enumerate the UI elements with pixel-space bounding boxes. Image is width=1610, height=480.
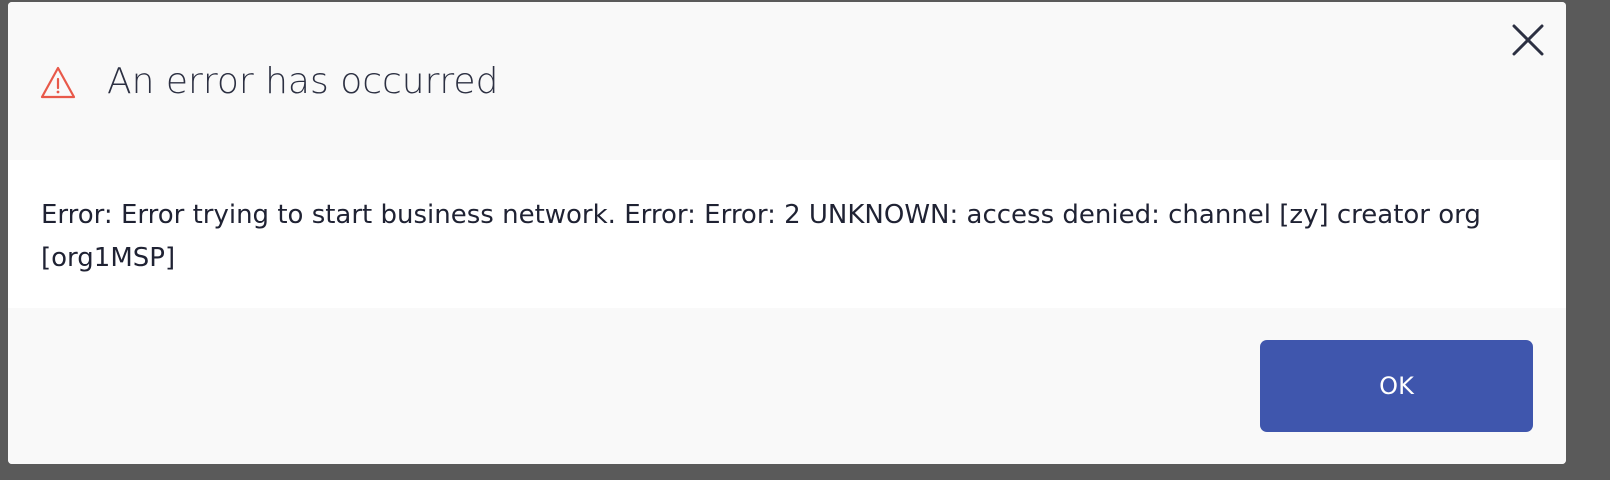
close-button[interactable] (1508, 20, 1548, 60)
error-message: Error: Error trying to start business ne… (41, 200, 1481, 273)
dialog-title: An error has occurred (107, 61, 499, 102)
error-dialog: An error has occurred Error: Error tryin… (8, 2, 1566, 464)
dialog-header: An error has occurred (8, 2, 1566, 160)
ok-button[interactable]: OK (1260, 340, 1533, 432)
close-icon (1508, 24, 1548, 64)
dialog-body: Error: Error trying to start business ne… (8, 160, 1566, 308)
warning-icon (40, 66, 76, 100)
dialog-footer: OK (8, 308, 1566, 464)
